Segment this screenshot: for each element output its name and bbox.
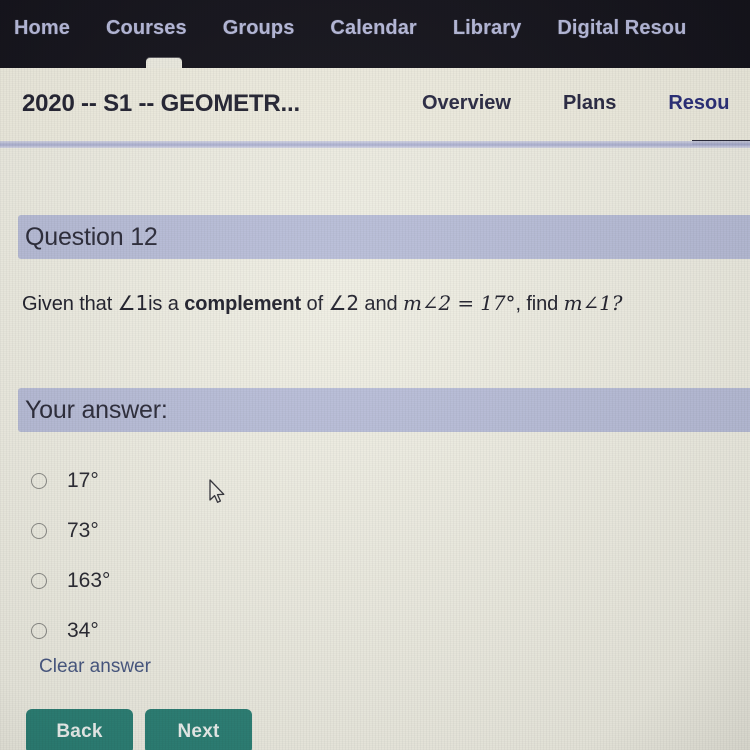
quiz-screenshot: Home Courses Groups Calendar Library Dig…	[0, 0, 750, 750]
quiz-content: Question 12 Given that ∠1is a complement…	[0, 148, 750, 750]
tab-resources[interactable]: Resou	[668, 92, 729, 115]
prompt-mid-4: , find	[515, 293, 564, 315]
radio-button-icon[interactable]	[31, 473, 47, 489]
course-tabs: Overview Plans Resou	[422, 92, 729, 115]
clear-answer-link[interactable]: Clear answer	[39, 656, 151, 678]
prompt-measure-1: m∠1?	[563, 291, 623, 315]
nav-item-library[interactable]: Library	[453, 17, 541, 40]
nav-item-home[interactable]: Home	[14, 17, 89, 40]
radio-button-icon[interactable]	[31, 523, 47, 539]
course-header-bar: 2020 -- S1 -- GEOMETR... Overview Plans …	[0, 68, 750, 143]
header-divider	[0, 141, 750, 148]
next-button[interactable]: Next	[145, 709, 252, 750]
answer-option-4[interactable]: 34°	[0, 606, 420, 656]
your-answer-label: Your answer:	[25, 395, 168, 424]
navigation-buttons: Back Next	[26, 709, 252, 750]
tab-plans[interactable]: Plans	[563, 92, 616, 115]
global-nav-items: Home Courses Groups Calendar Library Dig…	[14, 17, 705, 40]
prompt-measure-2: m∠2 = 17°	[402, 291, 516, 315]
prompt-mid-2: of	[301, 293, 329, 315]
nav-item-courses[interactable]: Courses	[106, 17, 206, 40]
tab-overview[interactable]: Overview	[422, 92, 511, 115]
global-navigation-bar: Home Courses Groups Calendar Library Dig…	[0, 0, 750, 68]
radio-button-icon[interactable]	[31, 623, 47, 639]
prompt-lead: Given that	[22, 293, 118, 315]
answer-option-label: 34°	[67, 619, 99, 642]
answer-option-3[interactable]: 163°	[0, 556, 420, 606]
question-prompt: Given that ∠1is a complement of ∠2 and m…	[22, 291, 736, 316]
prompt-mid-1: is a	[148, 293, 185, 315]
answer-option-label: 73°	[67, 519, 99, 542]
your-answer-banner: Your answer:	[18, 388, 750, 432]
question-number-label: Question 12	[25, 222, 158, 251]
answer-option-2[interactable]: 73°	[0, 506, 420, 556]
course-title: 2020 -- S1 -- GEOMETR...	[22, 90, 300, 117]
back-button[interactable]: Back	[26, 709, 133, 750]
question-banner: Question 12	[18, 215, 750, 259]
answer-option-label: 163°	[67, 569, 111, 592]
mouse-cursor-icon	[209, 479, 225, 503]
prompt-mid-3: and	[358, 293, 403, 315]
nav-item-calendar[interactable]: Calendar	[330, 17, 435, 40]
prompt-angle-2: ∠2	[328, 291, 360, 315]
radio-button-icon[interactable]	[31, 573, 47, 589]
answer-option-label: 17°	[67, 469, 99, 492]
prompt-angle-1: ∠1	[117, 291, 149, 315]
nav-item-digital-resources[interactable]: Digital Resou	[557, 17, 705, 40]
nav-item-groups[interactable]: Groups	[223, 17, 314, 40]
prompt-bold-complement: complement	[184, 293, 302, 315]
